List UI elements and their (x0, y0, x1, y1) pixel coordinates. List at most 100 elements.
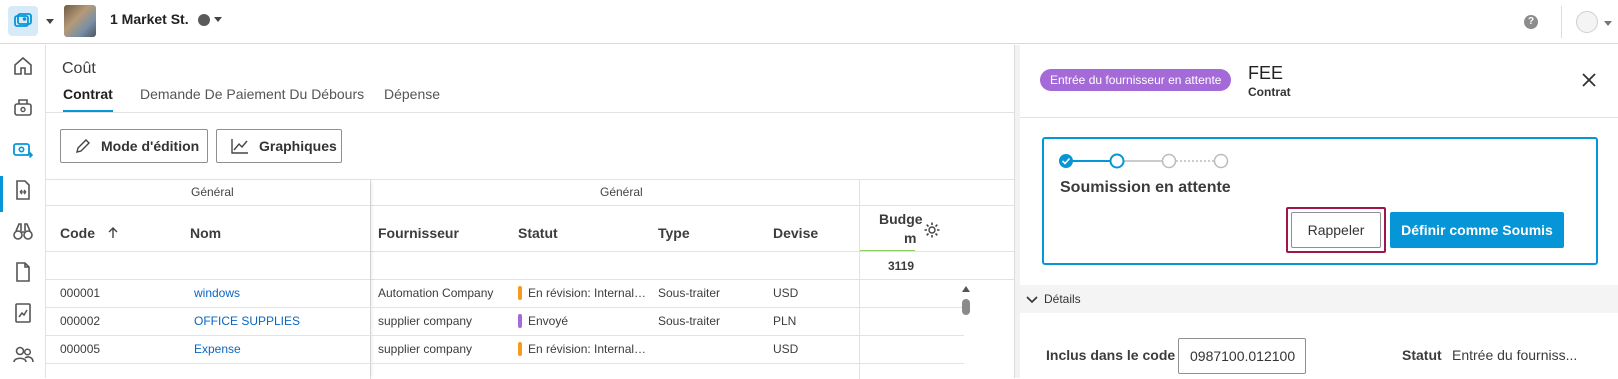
status-color-bar (518, 342, 522, 356)
document-icon[interactable] (10, 259, 36, 285)
cost-module-icon (14, 13, 32, 27)
pencil-icon (76, 139, 90, 153)
group-header-general-1: Général (191, 185, 234, 199)
topbar-divider (1561, 6, 1562, 38)
step-status-text: Soumission en attente (1060, 179, 1231, 196)
app-switcher-chevron-icon[interactable] (46, 19, 54, 24)
cell-name-link[interactable]: windows (194, 286, 240, 300)
tab-payment-request[interactable]: Demande De Paiement Du Débours (140, 86, 364, 110)
cell-code: 000005 (60, 342, 101, 356)
cell-type: Sous-traiter (658, 314, 721, 328)
tab-expense[interactable]: Dépense (384, 86, 440, 110)
cell-status: En révision: Internal… (518, 286, 646, 300)
status-color-bar (518, 314, 522, 328)
cost-main: Coût Contrat Demande De Paiement Du Débo… (46, 45, 1014, 379)
included-in-code-label: Inclus dans le code (1046, 347, 1176, 363)
tabs-divider (46, 112, 1014, 113)
cost-icon[interactable] (10, 136, 36, 162)
line-chart-icon (231, 139, 248, 154)
cell-currency: USD (773, 342, 799, 356)
cell-status: En révision: Internal… (518, 342, 646, 356)
row-divider (46, 363, 964, 364)
charts-label: Graphiques (259, 138, 337, 154)
report-icon[interactable] (10, 300, 36, 326)
home-icon[interactable] (10, 53, 36, 79)
cell-name-link[interactable]: Expense (194, 342, 241, 356)
workflow-step-box: Soumission en attente Rappeler Définir c… (1042, 137, 1598, 265)
row-divider (46, 307, 964, 308)
document-transfer-icon[interactable] (10, 94, 36, 120)
panel-title: FEE (1248, 63, 1284, 83)
column-header-supplier[interactable]: Fournisseur (378, 225, 459, 241)
close-icon[interactable] (1580, 71, 1598, 89)
account-chevron-icon[interactable] (1604, 21, 1612, 26)
sort-ascending-icon[interactable] (107, 227, 119, 239)
cell-currency: PLN (773, 314, 797, 328)
status-text: En révision: Internal… (528, 342, 647, 356)
tab-contract[interactable]: Contrat (63, 86, 113, 112)
edit-mode-button[interactable]: Mode d'édition (60, 129, 208, 163)
workflow-stepper (1059, 153, 1229, 169)
column-header-currency[interactable]: Devise (773, 225, 818, 241)
project-thumbnail (64, 5, 96, 37)
cell-currency: USD (773, 286, 799, 300)
project-chevron-icon[interactable] (214, 17, 222, 22)
chevron-down-icon (1026, 296, 1038, 304)
status-badge: Entrée du fournisseur en attente (1040, 69, 1232, 91)
app-switcher-button[interactable] (8, 6, 38, 36)
column-header-line (46, 251, 1014, 252)
sidebar (0, 45, 46, 378)
cell-supplier: supplier company (378, 342, 473, 356)
contract-detail-panel: Entrée du fournisseur en attente FEE Con… (1020, 45, 1618, 378)
status-value: Entrée du fourniss... (1452, 347, 1578, 363)
included-in-code-field[interactable]: 0987100.012100 (1178, 338, 1306, 374)
group-header-line (46, 205, 1014, 206)
members-icon[interactable] (10, 341, 36, 367)
cell-supplier: supplier company (378, 314, 473, 328)
compare-icon[interactable] (10, 177, 36, 203)
scrollbar-thumb[interactable] (962, 299, 970, 315)
cell-type: Sous-traiter (658, 286, 721, 300)
column-header-status[interactable]: Statut (518, 225, 558, 241)
pinned-column-divider (370, 179, 371, 379)
column-header-code[interactable]: Code (60, 225, 119, 241)
cell-name-link[interactable]: OFFICE SUPPLIES (194, 314, 300, 328)
top-bar: 1 Market St. ? (0, 0, 1618, 44)
page-title: Coût (62, 60, 96, 77)
cell-code: 000002 (60, 314, 101, 328)
gear-icon[interactable] (923, 221, 941, 239)
status-text: En révision: Internal… (528, 286, 647, 300)
panel-header-divider (1020, 117, 1618, 118)
scroll-up-icon[interactable] (961, 285, 971, 293)
binoculars-icon[interactable] (10, 218, 36, 244)
budget-total: 3119 (888, 259, 915, 273)
column-header-budget-line1[interactable]: Budge (879, 211, 923, 227)
help-icon[interactable]: ? (1524, 15, 1538, 29)
grid-top-line (46, 179, 1014, 180)
cell-status: Envoyé (518, 314, 568, 328)
contracts-table: Général Général Code Nom Fournisseur Sta… (46, 179, 1014, 379)
panel-subtitle: Contrat (1248, 85, 1291, 99)
avatar[interactable] (1576, 11, 1598, 33)
status-color-bar (518, 286, 522, 300)
column-header-name[interactable]: Nom (190, 225, 221, 241)
cell-supplier: Automation Company (378, 286, 494, 300)
sidebar-active-indicator (0, 176, 3, 212)
status-text: Envoyé (528, 314, 569, 328)
set-as-submitted-button[interactable]: Définir comme Soumis (1390, 212, 1564, 248)
column-header-budget-line2: m (904, 230, 917, 246)
edit-mode-label: Mode d'édition (101, 138, 200, 154)
column-header-type[interactable]: Type (658, 225, 690, 241)
globe-icon (198, 14, 210, 26)
cell-code: 000001 (60, 286, 101, 300)
details-section-header[interactable]: Détails (1020, 285, 1618, 313)
recall-button[interactable]: Rappeler (1291, 212, 1381, 248)
row-divider (46, 335, 964, 336)
project-name[interactable]: 1 Market St. (110, 11, 189, 27)
column-header-code-label: Code (60, 225, 95, 241)
charts-button[interactable]: Graphiques (216, 129, 342, 163)
budget-column-divider (859, 179, 860, 379)
group-header-general-2: Général (600, 185, 643, 199)
details-label: Détails (1044, 292, 1081, 306)
status-label: Statut (1402, 347, 1442, 363)
